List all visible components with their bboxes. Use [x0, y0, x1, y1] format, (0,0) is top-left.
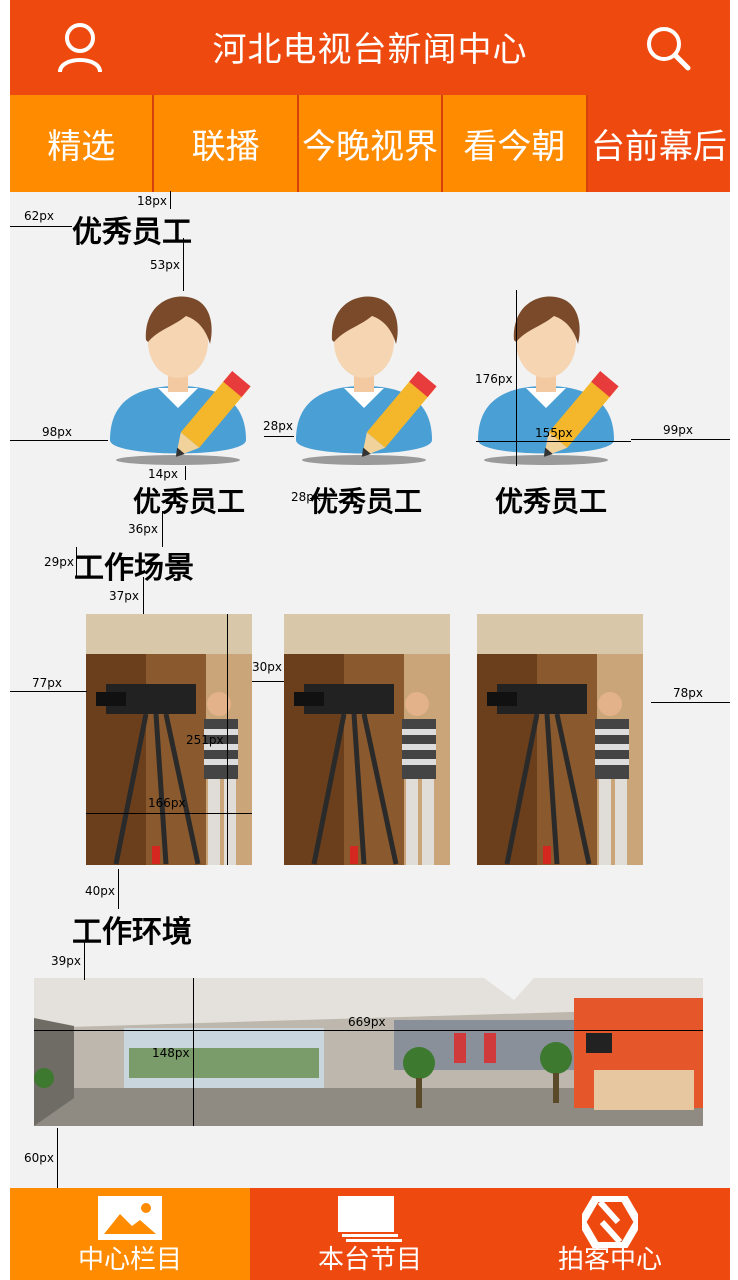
dimension-label: 148px: [152, 1046, 190, 1060]
dimension-label: 40px: [85, 884, 115, 898]
tab-jingxuan[interactable]: 精选: [10, 95, 155, 192]
dimension-label: 29px: [44, 555, 74, 569]
dimension-line: [516, 290, 517, 466]
dimension-label: 166px: [148, 796, 186, 810]
nav-label: 本台节目: [317, 1245, 422, 1275]
dimension-label: 98px: [42, 425, 72, 439]
dimension-label: 53px: [150, 258, 180, 272]
dimension-line: [10, 440, 108, 441]
tab-jinwan-shijie[interactable]: 今晚视界: [298, 95, 444, 192]
section-title-environment: 工作环境: [72, 915, 192, 950]
dimension-line: [193, 978, 194, 1126]
dimension-label: 155px: [535, 426, 573, 440]
bottom-navigation: 中心栏目 本台节目 拍客中心: [10, 1188, 730, 1280]
employee-label: 优秀员工: [310, 485, 423, 518]
dimension-label: 37px: [109, 589, 139, 603]
app-frame: 河北电视台新闻中心 精选 联播 今晚视界 看今朝 台前幕后 优秀员工 优秀员工 …: [10, 0, 730, 1280]
section-title-scenes: 工作场景: [74, 551, 194, 586]
work-environment-panorama[interactable]: [34, 978, 703, 1126]
dimension-label: 39px: [51, 954, 81, 968]
nav-station-programs[interactable]: 本台节目: [250, 1188, 490, 1280]
dimension-label: 62px: [24, 209, 54, 223]
dimension-label: 77px: [32, 676, 62, 690]
dimension-line: [34, 1030, 703, 1031]
dimension-line: [476, 441, 631, 442]
tab-kan-jinzhao[interactable]: 看今朝: [443, 95, 588, 192]
nav-paike-center[interactable]: 拍客中心: [490, 1188, 730, 1280]
shutter-icon: [582, 1196, 638, 1248]
dimension-label: 78px: [673, 686, 703, 700]
folders-icon: [338, 1196, 402, 1242]
tab-taiqian-muhou[interactable]: 台前幕后: [587, 95, 730, 192]
employee-label: 优秀员工: [495, 485, 608, 518]
dimension-label: 30px: [252, 660, 282, 674]
dimension-label: 36px: [128, 522, 158, 536]
dimension-label: 176px: [475, 372, 513, 386]
tab-lianbo[interactable]: 联播: [154, 95, 299, 192]
dimension-label: 60px: [24, 1151, 54, 1165]
app-header: 河北电视台新闻中心: [10, 0, 730, 95]
employee-label: 优秀员工: [133, 485, 246, 518]
dimension-line: [118, 869, 119, 909]
dimension-line: [76, 547, 77, 576]
dimension-line: [227, 614, 228, 865]
dimension-label: 251px: [186, 733, 224, 747]
app-title: 河北电视台新闻中心: [212, 30, 528, 70]
employee-avatar[interactable]: [108, 290, 258, 466]
dimension-label: 18px: [137, 194, 167, 208]
dimension-line: [10, 691, 87, 692]
dimension-line: [183, 238, 184, 291]
section-title-employees: 优秀员工: [72, 215, 192, 250]
dimension-line: [162, 511, 163, 547]
employee-avatar[interactable]: [294, 290, 444, 466]
dimension-line: [264, 436, 294, 437]
dimension-label: 669px: [348, 1015, 386, 1029]
dimension-line: [57, 1128, 58, 1188]
nav-center-columns[interactable]: 中心栏目: [10, 1188, 250, 1280]
search-icon[interactable]: [638, 18, 698, 78]
dimension-label: 99px: [663, 423, 693, 437]
dimension-label: 28px: [291, 490, 321, 504]
dimension-label: 28px: [263, 419, 293, 433]
dimension-line: [651, 702, 730, 703]
dimension-line: [631, 439, 730, 440]
nav-label: 中心栏目: [77, 1245, 182, 1275]
dimension-line: [185, 466, 186, 480]
dimension-line: [170, 191, 171, 209]
dimension-line: [86, 813, 252, 814]
dimension-line: [84, 941, 85, 980]
work-scene-photo[interactable]: [284, 614, 450, 865]
dimension-line: [252, 681, 284, 682]
dimension-line: [10, 226, 72, 227]
category-tabs: 精选 联播 今晚视界 看今朝 台前幕后: [10, 95, 730, 192]
dimension-label: 14px: [148, 467, 178, 481]
dimension-line: [143, 577, 144, 614]
image-icon: [98, 1196, 162, 1240]
work-scene-photo[interactable]: [477, 614, 643, 865]
